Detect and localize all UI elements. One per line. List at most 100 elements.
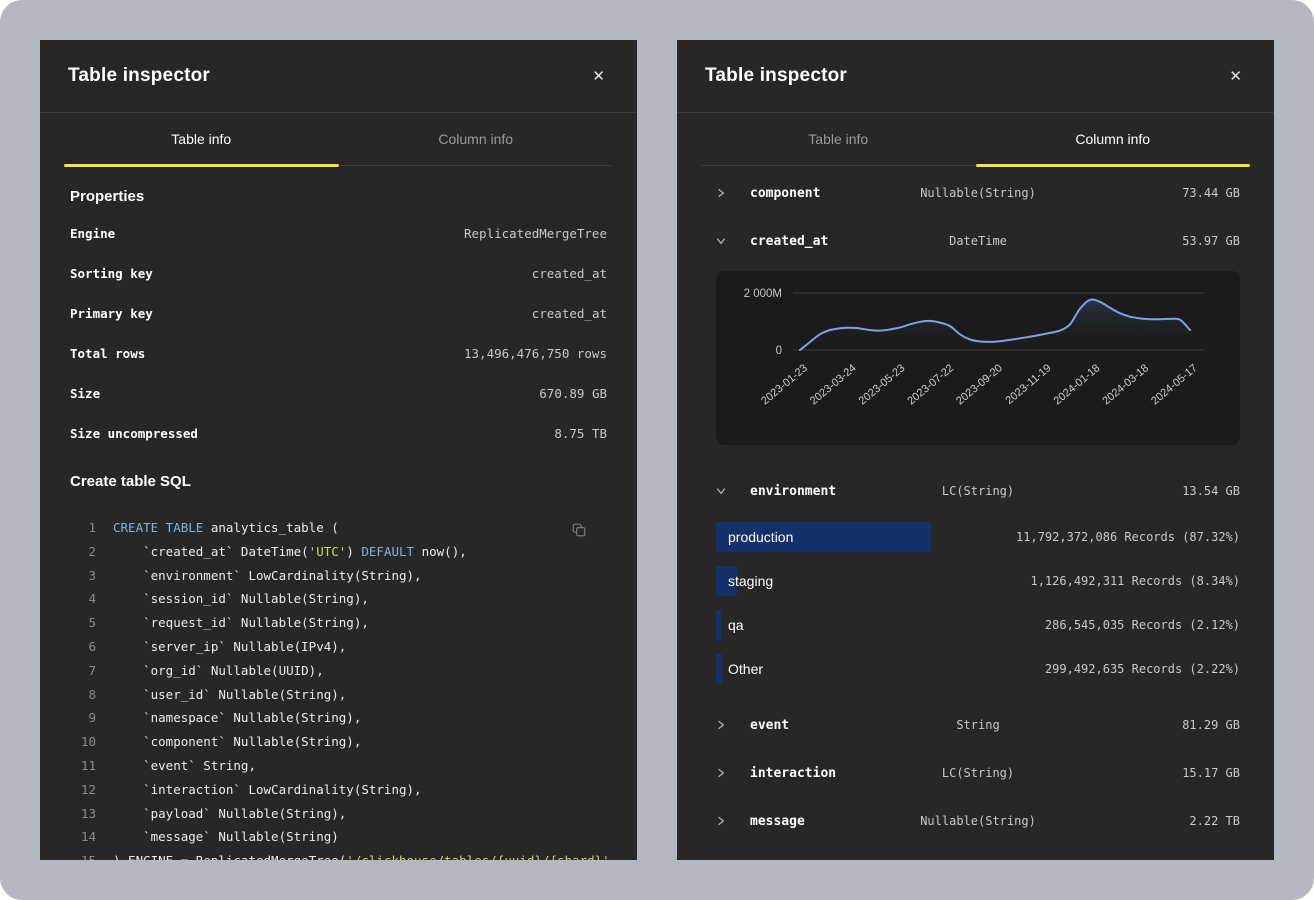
line-number: 8: [70, 683, 96, 707]
sql-token: now(),: [414, 544, 467, 559]
value-label: staging: [728, 573, 773, 589]
screenshot-backdrop: Table inspector ✕ Table info Column info…: [0, 0, 1314, 900]
property-label: Size: [70, 386, 100, 401]
dialog-header: Table inspector ✕: [40, 40, 637, 113]
svg-text:2023-09-20: 2023-09-20: [954, 362, 1005, 407]
close-icon[interactable]: ✕: [588, 65, 609, 88]
chevron-down-icon: [716, 235, 728, 247]
tab-column-info[interactable]: Column info: [976, 113, 1251, 165]
sql-line: 8 `user_id` Nullable(String),: [70, 683, 607, 707]
tab-label: Column info: [438, 131, 513, 147]
sql-token: `user_id` Nullable(String),: [113, 687, 346, 702]
line-code: `created_at` DateTime('UTC') DEFAULT now…: [113, 540, 467, 564]
column-row[interactable]: event String 81.29 GB: [716, 701, 1240, 749]
column-row[interactable]: created_at DateTime 53.97 GB: [716, 217, 1240, 265]
sql-token: `interaction` LowCardinality(String),: [113, 782, 422, 797]
value-bar: [716, 654, 722, 684]
line-number: 7: [70, 659, 96, 683]
copy-icon[interactable]: [569, 520, 589, 543]
sql-token: `request_id` Nullable(String),: [113, 615, 369, 630]
value-distribution-row: qa 286,545,035 Records (2.12%): [716, 603, 1240, 647]
property-value: 13,496,476,750 rows: [464, 346, 607, 361]
column-size: 13.54 GB: [1182, 484, 1240, 498]
property-value: created_at: [532, 306, 607, 321]
column-name: component: [750, 186, 820, 201]
svg-text:2023-01-23: 2023-01-23: [759, 362, 810, 407]
sql-token: `org_id` Nullable(UUID),: [113, 663, 324, 678]
column-type: LC(String): [942, 484, 1014, 498]
tab-label: Column info: [1075, 131, 1150, 147]
table-info-content: Properties Engine ReplicatedMergeTree So…: [40, 188, 637, 860]
properties-list: Engine ReplicatedMergeTree Sorting key c…: [70, 213, 607, 453]
property-value: 670.89 GB: [539, 386, 607, 401]
value-label: Other: [728, 661, 763, 677]
spacer: [716, 691, 1240, 701]
line-code: `interaction` LowCardinality(String),: [113, 778, 422, 802]
value-records: 1,126,492,311 Records (8.34%): [1030, 574, 1240, 588]
sql-line: 2 `created_at` DateTime('UTC') DEFAULT n…: [70, 540, 607, 564]
svg-text:2024-03-18: 2024-03-18: [1100, 362, 1151, 407]
value-bar: [716, 610, 721, 640]
column-row[interactable]: component Nullable(String) 73.44 GB: [716, 169, 1240, 217]
svg-text:2024-05-17: 2024-05-17: [1149, 362, 1200, 407]
chevron-right-icon: [716, 719, 728, 731]
tabbar: Table info Column info: [701, 113, 1250, 166]
column-size: 2.22 TB: [1189, 814, 1240, 828]
sql-line: 9 `namespace` Nullable(String),: [70, 706, 607, 730]
column-row[interactable]: environment LC(String) 13.54 GB: [716, 467, 1240, 515]
close-icon[interactable]: ✕: [1225, 65, 1246, 88]
svg-text:2024-01-18: 2024-01-18: [1052, 362, 1103, 407]
sql-line: 12 `interaction` LowCardinality(String),: [70, 778, 607, 802]
sql-line: 1 CREATE TABLE analytics_table (: [70, 516, 607, 540]
tab-column-info[interactable]: Column info: [339, 113, 614, 165]
column-name: created_at: [750, 234, 828, 249]
line-number: 3: [70, 564, 96, 588]
dialog-title: Table inspector: [68, 65, 210, 87]
sql-line: 4 `session_id` Nullable(String),: [70, 587, 607, 611]
tab-label: Table info: [808, 131, 868, 147]
line-code: `request_id` Nullable(String),: [113, 611, 369, 635]
sql-line: 7 `org_id` Nullable(UUID),: [70, 659, 607, 683]
tab-table-info[interactable]: Table info: [64, 113, 339, 165]
svg-text:2023-11-19: 2023-11-19: [1003, 362, 1053, 407]
column-row[interactable]: message Nullable(String) 2.22 TB: [716, 797, 1240, 845]
column-size: 15.17 GB: [1182, 766, 1240, 780]
sql-line: 5 `request_id` Nullable(String),: [70, 611, 607, 635]
area-chart-svg: 2 000M02023-01-232023-03-242023-05-23202…: [716, 271, 1228, 445]
line-number: 4: [70, 587, 96, 611]
sql-token: ): [346, 544, 361, 559]
dialog-title: Table inspector: [705, 65, 847, 87]
tab-table-info[interactable]: Table info: [701, 113, 976, 165]
value-label: production: [728, 529, 793, 545]
table-inspector-dialog-column-info: Table inspector ✕ Table info Column info…: [677, 40, 1274, 860]
line-code: `org_id` Nullable(UUID),: [113, 659, 324, 683]
sql-line: 6 `server_ip` Nullable(IPv4),: [70, 635, 607, 659]
properties-heading: Properties: [70, 188, 607, 205]
property-label: Total rows: [70, 346, 145, 361]
property-value: ReplicatedMergeTree: [464, 226, 607, 241]
sql-token: 'UTC': [309, 544, 347, 559]
column-row[interactable]: interaction LC(String) 15.17 GB: [716, 749, 1240, 797]
column-name: interaction: [750, 766, 836, 781]
line-number: 9: [70, 706, 96, 730]
column-type: String: [956, 718, 999, 732]
sql-token: analytics_table (: [203, 520, 338, 535]
sql-token: `component` Nullable(String),: [113, 734, 361, 749]
property-value: created_at: [532, 266, 607, 281]
line-number: 2: [70, 540, 96, 564]
sql-token: DEFAULT: [361, 544, 414, 559]
sql-token: CREATE TABLE: [113, 520, 203, 535]
column-list: component Nullable(String) 73.44 GB crea…: [677, 166, 1274, 845]
property-label: Engine: [70, 226, 115, 241]
line-number: 6: [70, 635, 96, 659]
table-inspector-dialog-table-info: Table inspector ✕ Table info Column info…: [40, 40, 637, 860]
svg-text:2023-03-24: 2023-03-24: [808, 362, 859, 407]
dialog-header: Table inspector ✕: [677, 40, 1274, 113]
created-at-distribution-chart: 2 000M02023-01-232023-03-242023-05-23202…: [716, 271, 1240, 445]
chevron-right-icon: [716, 187, 728, 199]
property-row: Sorting key created_at: [70, 253, 607, 293]
sql-line: 15 ) ENGINE = ReplicatedMergeTree('/clic…: [70, 849, 607, 860]
line-number: 12: [70, 778, 96, 802]
property-row: Size 670.89 GB: [70, 373, 607, 413]
line-code: `user_id` Nullable(String),: [113, 683, 346, 707]
